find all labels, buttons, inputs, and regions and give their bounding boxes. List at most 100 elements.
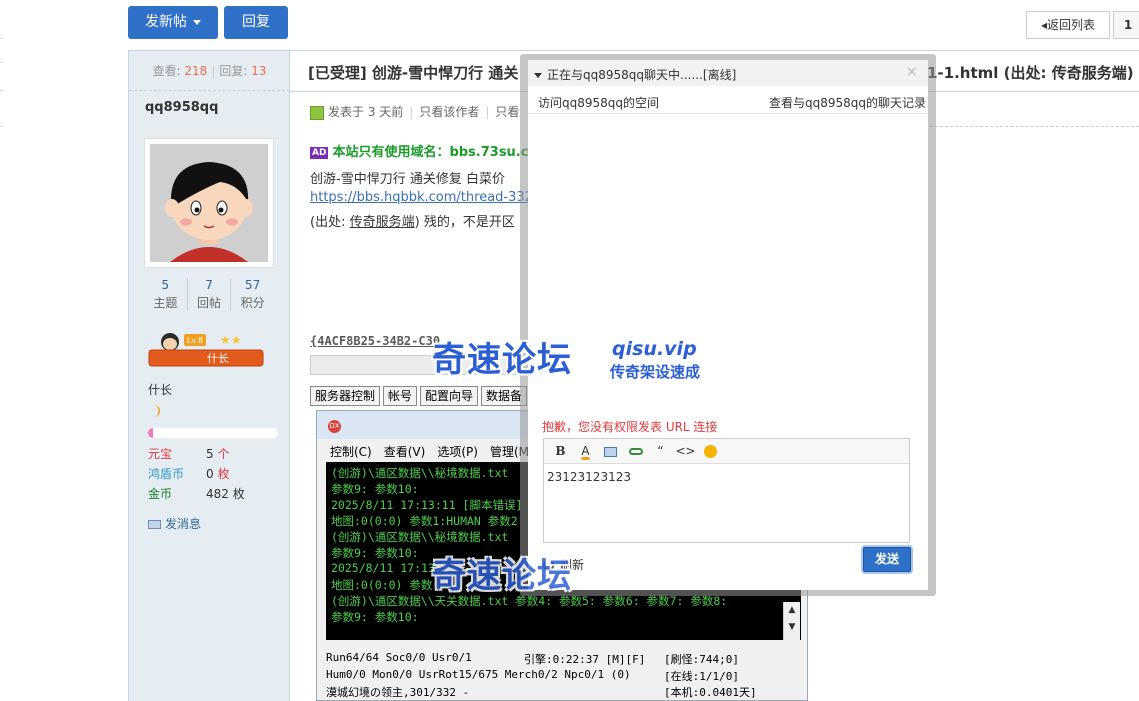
screenshot-menu: 控制(C) 查看(V) 选项(P) 管理(M [330,443,541,460]
screenshot-tab: 帐号 [383,386,418,406]
close-icon[interactable]: × [906,64,918,80]
view-only-link[interactable]: 只看 [495,105,519,119]
console-line: 参数9: 参数10: [331,546,419,560]
watermark-logo: 奇速论坛 [432,340,572,380]
money-yuanbao: 元宝 5 个 [148,445,288,462]
ad-badge: AD [310,146,329,159]
author-counts: 5 主题 7 回帖 57 积分 [144,278,274,311]
post-time: 发表于 3 天前 [328,105,404,119]
visit-space-link[interactable]: 访问qq8958qq的空间 [538,94,659,111]
link-icon[interactable] [623,440,648,462]
rank-medal-icon: Lv.8 ★★ 什长 [148,333,264,367]
status-local: [本机:0.0401天] [664,686,757,699]
post-body-source: (出处: 传奇服务端) 残的，不是开区 [310,211,515,230]
thread-stats: 查看: 218 | 回复: 13 [129,51,290,91]
code-icon[interactable]: <> [673,440,698,462]
source-prefix: (出处: [310,215,350,230]
status-spawn: [刷怪:744;0] [664,653,739,666]
count-value: 57 [245,278,261,292]
status-line: 漠城幻境の领主,301/332 - [326,686,470,699]
money-value: 0 [206,467,214,481]
ad-notice: AD 本站只有使用域名：bbs.73su.c [310,141,528,160]
post-body-line: 创游-雪中悍刀行 通关修复 白菜价 [310,172,505,187]
level-progress-fill [148,428,154,438]
send-message-link[interactable]: 发消息 [148,515,201,532]
chat-title-label: 正在与qq8958qq聊天中......[离线] [547,68,737,82]
message-input-text[interactable]: 23123123123 [547,470,631,484]
console-line: 地图:0(0:0) 参数1:HUMAN 参数2 [331,514,518,528]
console-scrollbar: ▲ ▼ [783,602,800,640]
chat-title: 正在与qq8958qq聊天中......[离线] [534,66,736,83]
moon-icon [150,404,162,418]
level-progress-bar [148,428,278,438]
console-line: 参数9: 参数10: [331,482,419,496]
left-margin-divider [0,38,4,39]
money-key: 鸿盾币 [148,467,185,481]
font-color-icon[interactable]: A [573,440,598,462]
replies-count: 13 [251,64,267,78]
svg-text:Lv.8: Lv.8 [187,336,203,345]
svg-text:★★: ★★ [220,333,242,347]
new-post-label: 发新帖 [145,14,187,30]
status-online: [在线:1/1/0] [664,670,739,683]
new-post-button[interactable]: 发新帖 [128,6,218,39]
emoji-icon[interactable] [698,440,723,462]
watermark-subtitle: 传奇架设速成 [610,363,701,381]
money-key: 金币 [148,487,173,501]
permission-warning: 抱歉，您没有权限发表 URL 连接 [542,420,718,434]
money-hongdun: 鸿盾币 0 枚 [148,465,288,482]
ad-text: 本站只有使用域名：bbs.73su.c [332,145,529,160]
status-line: Run64/64 Soc0/0 Usr0/1 [326,651,472,664]
money-value: 5 [206,447,214,461]
views-label: 查看: [152,64,181,78]
author-only-link[interactable]: 只看该作者 [419,105,479,119]
money-unit: 个 [217,447,230,461]
count-value: 5 [161,278,170,292]
envelope-icon [148,520,161,529]
send-button[interactable]: 发送 [863,547,911,572]
bold-icon[interactable]: B [548,440,573,462]
image-icon[interactable] [598,440,623,462]
console-line: (创游)\通区数据\\秘境数据.txt [331,466,509,480]
count-points[interactable]: 57 积分 [231,278,274,311]
status-engine: 引擎:0:22:37 [M][F] [524,653,646,666]
svg-text:什长: 什长 [207,352,229,365]
money-key: 元宝 [148,447,173,461]
avatar[interactable] [144,138,274,268]
avatar-cartoon-icon [150,144,268,262]
money-gold: 金币 482 枚 [148,485,288,502]
screenshot-menu-item: 查看(V) [383,445,426,459]
source-link[interactable]: 传奇服务端 [350,215,415,230]
author-online-icon [310,105,324,120]
quote-icon[interactable]: “ [648,440,673,462]
left-margin-divider [0,90,4,91]
console-line: 地图:0(0:0) 参数 [331,578,433,592]
page-number-button[interactable]: 1 [1113,11,1139,39]
thread-title: [已受理] 创游-雪中悍刀行 通关 [308,64,519,82]
console-line: 参数9: 参数10: [331,610,419,624]
thread-title-tail: 1-1.html (出处: 传奇服务端) [927,64,1134,82]
back-to-list-button[interactable]: ◂返回列表 [1026,11,1110,39]
chevron-down-icon[interactable] [534,73,542,78]
app-icon: DX [328,420,341,433]
count-threads[interactable]: 5 主题 [144,278,188,311]
rank-medal: Lv.8 ★★ 什长 [148,330,266,370]
money-unit: 枚 [232,487,245,501]
console-line: 2025/8/11 17:13:11 [脚本错误] [331,498,523,512]
reply-button[interactable]: 回复 [224,6,288,39]
left-margin-divider [0,126,4,127]
count-label: 回帖 [197,296,222,310]
editor-toolbar: B A “ <> [544,439,909,464]
attachment-guid-link[interactable]: {4ACF8B25-34B2-C30 [310,334,440,348]
post-body-link[interactable]: https://bbs.hqbbk.com/thread-3322 [310,190,541,205]
author-username[interactable]: qq8958qq [145,100,218,115]
screenshot-menu-item: 选项(P) [437,445,478,459]
watermark-logo: 奇速论坛 [432,556,572,596]
screenshot-tabs: 服务器控制 帐号 配置向导 数据备 [310,386,530,406]
post-meta: 发表于 3 天前 | 只看该作者 | 只看 [310,103,519,120]
money-unit: 枚 [217,467,230,481]
screenshot-menu-item: 控制(C) [330,445,372,459]
chat-history-link[interactable]: 查看与qq8958qq的聊天记录 [769,94,926,111]
source-suffix: ) 残的，不是开区 [414,215,515,230]
count-replies[interactable]: 7 回帖 [188,278,232,311]
